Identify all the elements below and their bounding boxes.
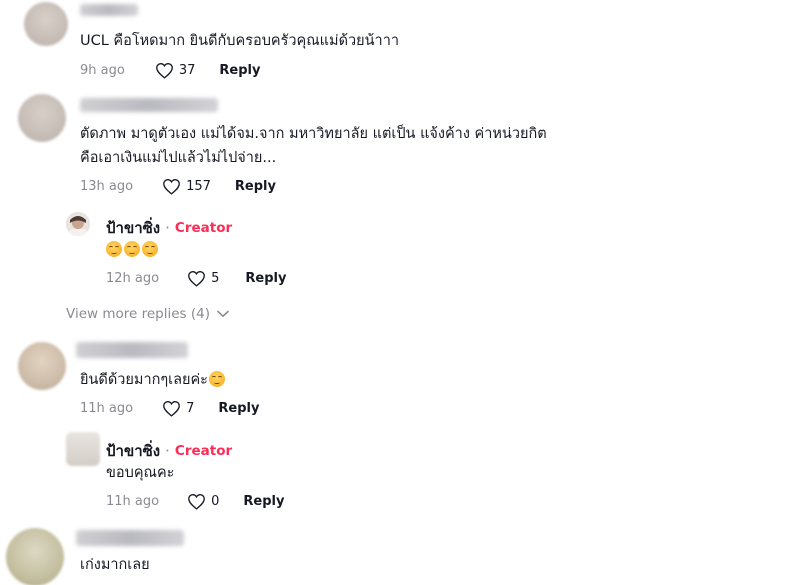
reply-button[interactable]: Reply	[218, 401, 259, 416]
heart-icon	[188, 493, 205, 510]
commenter-username[interactable]	[80, 4, 138, 16]
heart-icon	[163, 400, 180, 417]
reply-button[interactable]: Reply	[245, 271, 286, 286]
like-button[interactable]: 7	[162, 400, 194, 417]
comment-meta: 9h ago 37 Reply	[80, 60, 260, 80]
commenter-avatar[interactable]	[6, 528, 64, 585]
like-button[interactable]: 37	[155, 62, 196, 79]
like-count: 0	[211, 493, 220, 509]
reply-time: 11h ago	[106, 493, 160, 509]
view-more-label: View more replies (4)	[66, 306, 210, 322]
creator-avatar[interactable]	[66, 212, 90, 236]
comment-feed: UCL คือโหดมาก ยินดีกับครอบครัวคุณแม่ด้วย…	[0, 0, 800, 585]
comment-text: ยินดีด้วยมากๆเลยค่ะ	[80, 369, 227, 392]
comment-time: 11h ago	[80, 400, 134, 416]
commenter-username[interactable]	[80, 98, 218, 112]
creator-name-row: ป้าขาซิ่ง · Creator	[106, 216, 232, 240]
comment-text: UCL คือโหดมาก ยินดีกับครอบครัวคุณแม่ด้วย…	[80, 33, 399, 49]
reply-meta: 11h ago 0 Reply	[106, 491, 284, 511]
commenter-avatar[interactable]	[18, 342, 66, 390]
commenter-avatar[interactable]	[18, 94, 66, 142]
reply-button[interactable]: Reply	[219, 63, 260, 78]
commenter-username[interactable]	[76, 342, 188, 358]
comment-time: 13h ago	[80, 178, 134, 194]
creator-avatar[interactable]	[66, 432, 100, 466]
creator-avatar-icon	[66, 212, 90, 236]
heart-icon	[188, 270, 205, 287]
reply-button[interactable]: Reply	[243, 494, 284, 509]
reply-time: 12h ago	[106, 270, 160, 286]
smiling-face-hearts-icon	[106, 241, 122, 257]
comment-text-body: ยินดีด้วยมากๆเลยค่ะ	[80, 372, 208, 388]
creator-name[interactable]: ป้าขาซิ่ง	[106, 439, 160, 463]
creator-name[interactable]: ป้าขาซิ่ง	[106, 216, 160, 240]
smiling-face-hearts-icon	[124, 241, 140, 257]
separator-dot: ·	[165, 442, 170, 460]
heart-icon	[163, 178, 180, 195]
like-count: 5	[211, 270, 220, 286]
comment-meta: 13h ago 157 Reply	[80, 176, 276, 196]
heart-icon	[155, 62, 173, 79]
separator-dot: ·	[165, 219, 170, 237]
comment-time: 9h ago	[80, 62, 125, 78]
reply-meta: 12h ago 5 Reply	[106, 268, 286, 288]
creator-badge: Creator	[174, 443, 233, 459]
like-count: 157	[186, 178, 211, 194]
view-more-replies[interactable]: View more replies (4)	[66, 306, 229, 322]
like-button[interactable]: 5	[187, 270, 219, 287]
reply-button[interactable]: Reply	[235, 179, 276, 194]
like-button[interactable]: 157	[162, 178, 211, 195]
like-count: 37	[178, 62, 196, 78]
comment-text-continued: คือเอาเงินแม่ไปแล้วไม่ไปจ่าย...	[80, 150, 277, 166]
commenter-username[interactable]	[76, 530, 184, 546]
comment-text: ตัดภาพ มาดูตัวเอง แม่ได้จม.จาก มหาวิทยาล…	[80, 126, 547, 142]
creator-name-row: ป้าขาซิ่ง · Creator	[106, 439, 232, 463]
smiling-face-hearts-icon	[208, 371, 225, 387]
creator-badge: Creator	[174, 220, 233, 236]
chevron-down-icon	[217, 310, 229, 318]
like-button[interactable]: 0	[187, 493, 219, 510]
like-count: 7	[186, 400, 195, 416]
emoji-reply	[106, 241, 160, 257]
smiling-face-hearts-icon	[142, 241, 158, 257]
comment-text: เก่งมากเลย	[80, 557, 150, 573]
comment-meta: 11h ago 7 Reply	[80, 398, 259, 418]
reply-text: ขอบคุณคะ	[106, 465, 175, 481]
commenter-avatar[interactable]	[24, 2, 68, 46]
